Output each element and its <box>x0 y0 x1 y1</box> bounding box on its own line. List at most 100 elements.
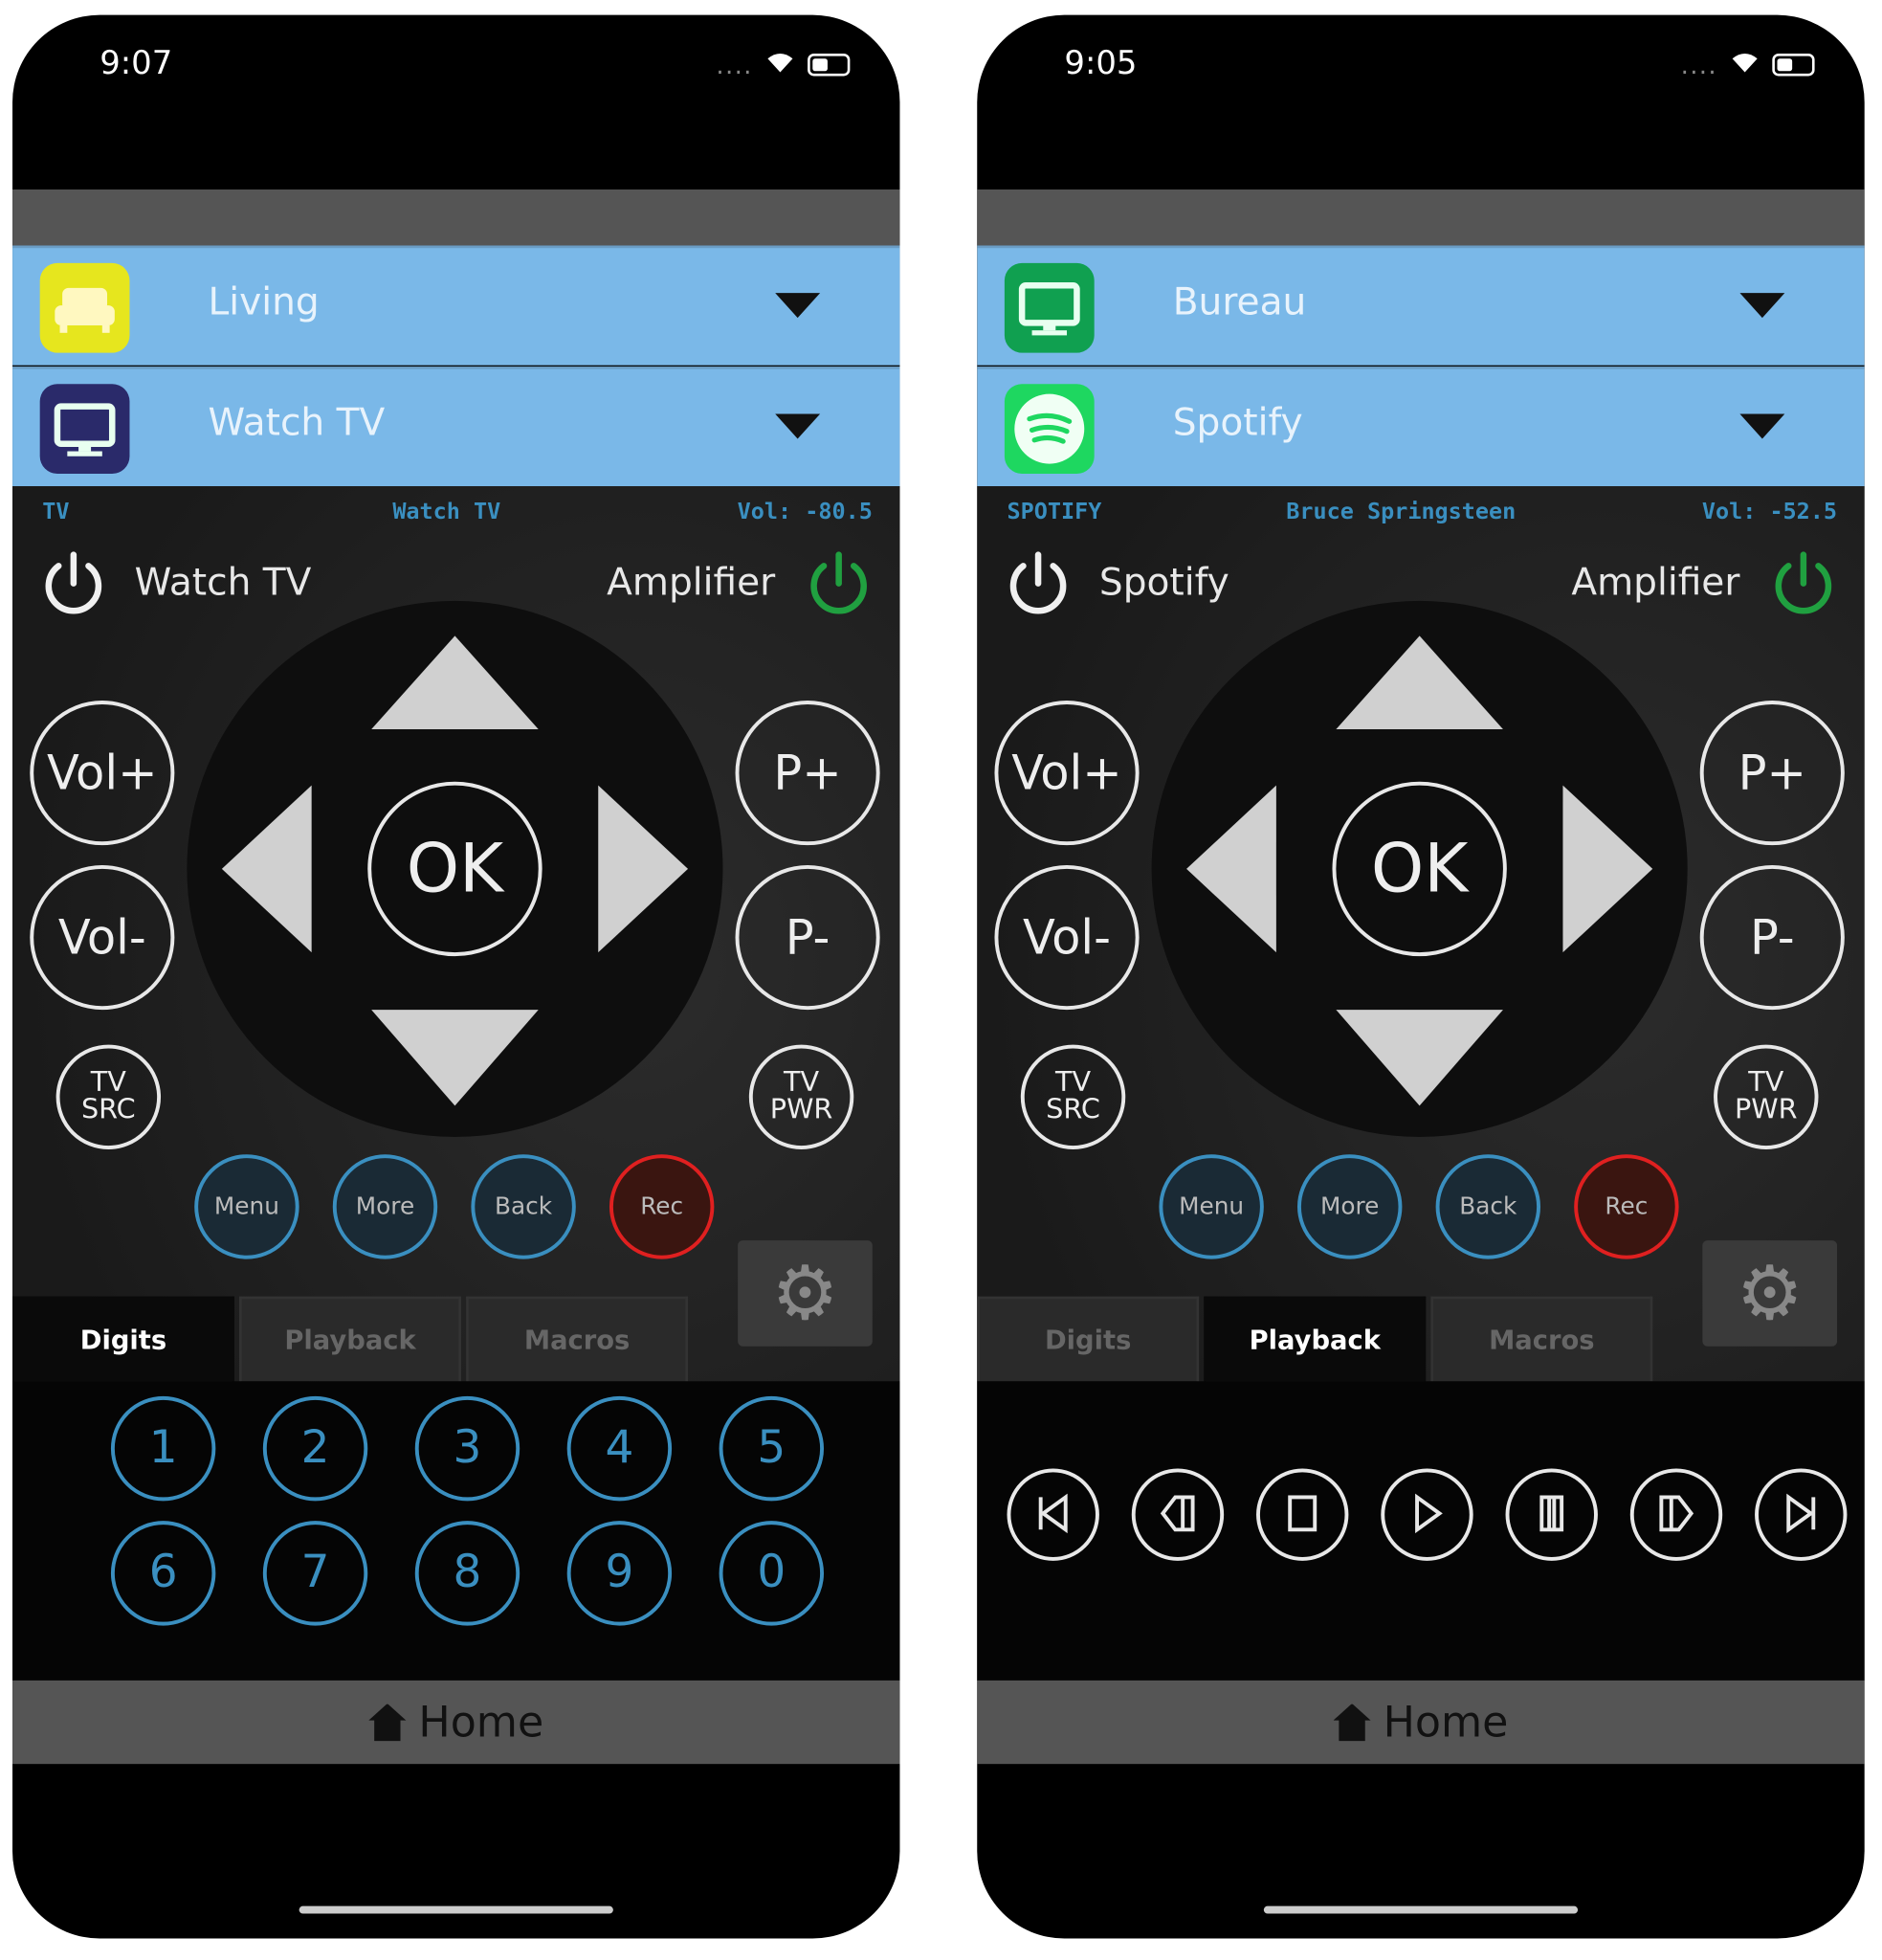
digit-button-0[interactable]: 0 <box>719 1521 825 1626</box>
back-button[interactable]: Back <box>1435 1154 1541 1259</box>
digits-panel: 1 2 3 4 5 6 7 8 9 0 <box>12 1381 900 1681</box>
home-indicator[interactable] <box>1263 1905 1579 1914</box>
pause-button[interactable] <box>1505 1468 1598 1561</box>
digit-button-4-label: 4 <box>605 1422 634 1474</box>
digit-button-1-label: 1 <box>148 1422 178 1474</box>
tab-digits[interactable]: Digits <box>12 1296 234 1382</box>
dpad-down-button[interactable] <box>1336 1010 1503 1106</box>
activity-selector[interactable]: Spotify <box>977 366 1865 487</box>
channel-up-button[interactable]: P+ <box>1699 701 1845 846</box>
tab-macros[interactable]: Macros <box>1430 1296 1653 1382</box>
dpad-right-button[interactable] <box>1562 785 1653 953</box>
digit-button-4[interactable]: 4 <box>566 1395 673 1502</box>
volume-down-button[interactable]: Vol- <box>30 865 175 1011</box>
dropdown-caret-icon[interactable] <box>775 293 821 319</box>
dropdown-caret-icon[interactable] <box>1739 293 1785 319</box>
amplifier-power-button[interactable] <box>1770 551 1837 618</box>
tv-source-button[interactable]: TV SRC <box>1020 1044 1126 1149</box>
channel-up-button-label: P+ <box>773 745 842 801</box>
more-button[interactable]: More <box>1297 1154 1403 1259</box>
fast-forward-button[interactable] <box>1629 1468 1723 1561</box>
dpad-up-button[interactable] <box>371 635 539 730</box>
digit-button-9[interactable]: 9 <box>566 1521 673 1626</box>
volume-down-button[interactable]: Vol- <box>994 865 1140 1011</box>
rec-button[interactable]: Rec <box>609 1154 715 1259</box>
tv-power-button[interactable]: TV PWR <box>748 1044 854 1149</box>
header-bar <box>977 189 1865 246</box>
home-button[interactable]: Home <box>12 1680 900 1765</box>
wifi-icon <box>765 50 795 79</box>
digit-button-5[interactable]: 5 <box>719 1395 825 1502</box>
volume-readout: Vol: -80.5 <box>737 499 873 525</box>
digit-button-3-label: 3 <box>453 1422 482 1474</box>
volume-down-button-label: Vol- <box>57 909 146 966</box>
monitor-icon <box>39 384 130 474</box>
dropdown-caret-icon[interactable] <box>775 413 821 439</box>
phone-screen-2: 9:05.... Bureau Spotify SPOTIFY Bruce Spring… <box>977 14 1865 1939</box>
channel-up-button[interactable]: P+ <box>735 701 880 846</box>
home-icon <box>368 1704 407 1742</box>
ok-button[interactable]: OK <box>367 781 542 957</box>
dpad-right-button[interactable] <box>598 785 689 953</box>
menu-button[interactable]: Menu <box>194 1154 299 1259</box>
room-selector[interactable]: Bureau <box>977 245 1865 366</box>
tv-source-button[interactable]: TV SRC <box>55 1044 162 1149</box>
monitor-icon <box>1004 262 1095 353</box>
rewind-button[interactable] <box>1131 1468 1225 1561</box>
amplifier-power-button[interactable] <box>805 551 872 618</box>
digit-button-6[interactable]: 6 <box>110 1521 216 1626</box>
tab-digits[interactable]: Digits <box>977 1296 1200 1382</box>
skip-back-button[interactable] <box>1007 1468 1099 1561</box>
tv-power-button[interactable]: TV PWR <box>1714 1044 1819 1149</box>
more-button[interactable]: More <box>332 1154 438 1259</box>
digit-button-2[interactable]: 2 <box>262 1395 368 1502</box>
digit-button-7[interactable]: 7 <box>262 1521 368 1626</box>
channel-up-button-label: P+ <box>1738 745 1806 801</box>
tab-playback[interactable]: Playback <box>239 1296 461 1382</box>
dpad-left-button[interactable] <box>221 785 312 953</box>
volume-up-button[interactable]: Vol+ <box>30 701 175 846</box>
activity-power-label: Spotify <box>1098 561 1229 605</box>
source-readout: SPOTIFY <box>1007 499 1102 525</box>
ok-button-label: OK <box>406 829 504 908</box>
room-selector[interactable]: Living <box>12 245 900 366</box>
ok-button[interactable]: OK <box>1332 781 1507 957</box>
play-button[interactable] <box>1381 1468 1473 1561</box>
stop-icon <box>1277 1488 1327 1542</box>
digit-button-3[interactable]: 3 <box>414 1395 520 1502</box>
amplifier-label: Amplifier <box>607 561 776 605</box>
back-button-label: Back <box>1459 1192 1517 1220</box>
rec-button[interactable]: Rec <box>1574 1154 1679 1259</box>
dpad-up-button[interactable] <box>1336 635 1503 730</box>
tab-playback[interactable]: Playback <box>1204 1296 1427 1382</box>
rec-button-label: Rec <box>640 1192 684 1220</box>
dpad-down-button[interactable] <box>371 1010 539 1106</box>
tab-macros[interactable]: Macros <box>466 1296 689 1382</box>
status-icons: .... <box>716 50 851 79</box>
settings-button[interactable]: ⚙ <box>738 1240 873 1347</box>
digit-button-5-label: 5 <box>757 1422 786 1474</box>
channel-down-button[interactable]: P- <box>1699 865 1845 1011</box>
activity-power-button[interactable] <box>40 551 107 618</box>
channel-down-button[interactable]: P- <box>735 865 880 1011</box>
volume-up-button[interactable]: Vol+ <box>994 701 1140 846</box>
home-indicator[interactable] <box>299 1905 613 1914</box>
channel-down-button-label: P- <box>785 909 830 966</box>
digit-button-8[interactable]: 8 <box>414 1521 520 1626</box>
source-readout: TV <box>42 499 70 525</box>
tv-source-button-label: TV SRC <box>1046 1067 1100 1126</box>
dpad-left-button[interactable] <box>1186 785 1276 953</box>
activity-power-button[interactable] <box>1005 551 1072 618</box>
amplifier-label: Amplifier <box>1571 561 1740 605</box>
activity-selector[interactable]: Watch TV <box>12 366 900 487</box>
playback-panel <box>977 1381 1865 1681</box>
settings-button[interactable]: ⚙ <box>1702 1240 1838 1347</box>
digit-button-0-label: 0 <box>757 1547 786 1598</box>
skip-forward-button[interactable] <box>1755 1468 1848 1561</box>
stop-button[interactable] <box>1256 1468 1349 1561</box>
digit-button-1[interactable]: 1 <box>110 1395 216 1502</box>
back-button[interactable]: Back <box>471 1154 576 1259</box>
menu-button[interactable]: Menu <box>1159 1154 1264 1259</box>
dropdown-caret-icon[interactable] <box>1739 413 1785 439</box>
home-button[interactable]: Home <box>977 1680 1865 1765</box>
